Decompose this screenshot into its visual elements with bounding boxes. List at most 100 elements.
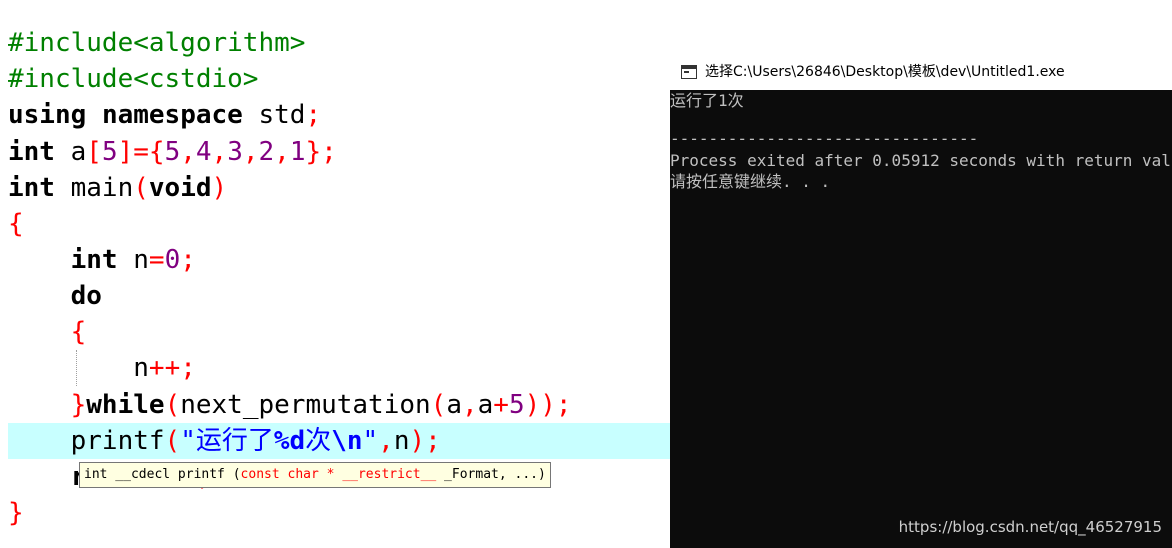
code-line-6[interactable]: { xyxy=(8,206,24,242)
code-line-1[interactable]: #include<algorithm> xyxy=(8,25,305,61)
token: + xyxy=(164,353,181,383)
token: using xyxy=(8,100,87,130)
string-token: 次 xyxy=(305,426,332,456)
token: int xyxy=(8,173,55,203)
token: ) xyxy=(211,173,228,203)
console-app-icon xyxy=(681,65,697,79)
string-token: " xyxy=(362,426,379,456)
token: = xyxy=(148,245,165,275)
code-line-10[interactable]: n++; xyxy=(8,350,196,386)
token: int xyxy=(8,137,55,167)
token: ] xyxy=(117,137,134,167)
console-title-bar[interactable]: 选择C:\Users\26846\Desktop\模板\dev\Untitled… xyxy=(670,55,1172,90)
token: , xyxy=(180,137,196,167)
code-line-2[interactable]: #include<cstdio> xyxy=(8,61,258,97)
token: ; xyxy=(180,245,196,275)
signature-tooltip: int __cdecl printf (const char * __restr… xyxy=(79,462,551,488)
token: ( xyxy=(133,173,149,203)
code-line-11[interactable]: }while(next_permutation(a,a+5)); xyxy=(8,387,572,423)
token: [ xyxy=(86,137,102,167)
token: void xyxy=(148,173,212,203)
token: , xyxy=(274,137,290,167)
token: next_permutation xyxy=(180,390,431,420)
token: std xyxy=(258,100,306,130)
code-line-14[interactable]: } xyxy=(8,495,24,531)
token: a xyxy=(477,390,494,420)
token: ) xyxy=(540,390,556,420)
tooltip-kw-const-char: const char xyxy=(240,467,319,482)
token: ; xyxy=(321,137,337,167)
token: printf xyxy=(70,426,165,456)
token: ( xyxy=(164,390,181,420)
token: ) xyxy=(524,390,541,420)
token: , xyxy=(242,137,259,167)
token: + xyxy=(148,353,165,383)
token: } xyxy=(305,137,322,167)
code-line-3[interactable]: using namespace std; xyxy=(8,97,321,133)
code-line-5[interactable]: int main(void) xyxy=(8,170,227,206)
token: 4 xyxy=(195,137,212,167)
string-token: \n xyxy=(331,426,363,456)
token: 5 xyxy=(101,137,118,167)
code-line-8[interactable]: do xyxy=(8,278,102,314)
token: ; xyxy=(425,426,441,456)
tooltip-tail: _Format, ...) xyxy=(436,467,546,482)
token: 2 xyxy=(258,137,275,167)
token: ; xyxy=(180,353,196,383)
token: 1 xyxy=(289,137,306,167)
token: { xyxy=(70,317,87,347)
tooltip-pointer: * xyxy=(318,467,343,482)
token: , xyxy=(378,426,394,456)
console-window[interactable]: 选择C:\Users\26846\Desktop\模板\dev\Untitled… xyxy=(670,55,1172,548)
tooltip-return: int __cdecl printf ( xyxy=(84,467,241,482)
console-output-line-3: -------------------------------- xyxy=(670,129,979,148)
token: , xyxy=(461,390,478,420)
token: ; xyxy=(305,100,322,130)
code-line-4[interactable]: int a[5]={5,4,3,2,1}; xyxy=(8,134,337,170)
code-line-7[interactable]: int n=0; xyxy=(8,242,196,278)
tooltip-kw-restrict: __restrict__ xyxy=(342,467,437,482)
code-line-9[interactable]: { xyxy=(8,314,87,350)
token: , xyxy=(211,137,228,167)
code-line-12[interactable]: printf("运行了%d次\n",n); xyxy=(8,423,441,459)
token: = xyxy=(133,137,149,167)
token: a xyxy=(70,137,87,167)
token: namespace xyxy=(101,100,243,130)
token: a xyxy=(446,390,462,420)
token: { xyxy=(8,209,24,239)
token: ; xyxy=(555,390,572,420)
token: } xyxy=(8,498,24,528)
token: n xyxy=(393,426,410,456)
